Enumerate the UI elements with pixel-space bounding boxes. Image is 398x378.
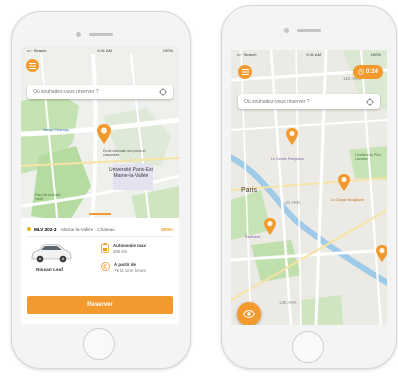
reserve-button[interactable]: Réserver (27, 296, 173, 314)
right-screen: 11E ARR. Le Centre Pompidou Paris 4E ARR… (231, 50, 387, 325)
euro-icon (101, 262, 110, 271)
car-plate: MLV 202-3 (34, 226, 57, 232)
car-detail-sheet: MLV 202-3 · Marne-la-Vallée · Chateau 60… (21, 213, 179, 324)
status-bar: ••◦◦ Search 9:41 AM 100% (21, 46, 179, 54)
carrier-text: ••◦◦ Search (27, 47, 47, 53)
left-screen: Noisy Champs École nationale des ponts e… (21, 46, 179, 324)
hamburger-icon (29, 62, 36, 69)
battery-text: 100% (162, 47, 173, 53)
map-label-pantheon: Panthéon (245, 235, 261, 239)
car-pin-icon[interactable] (338, 174, 350, 191)
speaker-grille (297, 29, 321, 32)
map-label-university: Université Paris-Est Marne-la-Vallée (109, 167, 153, 179)
car-pin-icon[interactable] (264, 218, 276, 235)
price-value: 7€ la 1ère heure (114, 268, 146, 273)
map-label-bastille: Le Cirque Bouglione (331, 198, 364, 202)
car-distance: 600m (161, 226, 173, 232)
carrier-text: ••◦◦ Search (237, 51, 257, 57)
car-image (31, 243, 72, 263)
autonomy-value: 300 km (113, 249, 128, 254)
right-phone: 11E ARR. Le Centre Pompidou Paris 4E ARR… (221, 5, 397, 369)
front-camera (284, 28, 289, 33)
reserve-button-label: Réserver (87, 302, 113, 308)
battery-icon (101, 243, 109, 253)
header-divider (27, 236, 173, 237)
map-label-centre: Le Centre Pompidou (271, 157, 304, 161)
battery-text: 100% (370, 51, 381, 57)
clock-icon (358, 69, 364, 75)
car-pin-icon[interactable] (97, 124, 111, 144)
map-label-cimetiere: Cimetière du Père-Lachaise (355, 153, 382, 161)
map-view[interactable]: 11E ARR. Le Centre Pompidou Paris 4E ARR… (231, 50, 387, 325)
home-button[interactable] (83, 328, 115, 360)
price-info: À partir de 7€ la 1ère heure (101, 262, 146, 274)
timer-badge[interactable]: 0:24 (353, 65, 383, 79)
search-input[interactable] (244, 98, 366, 105)
search-input[interactable] (33, 89, 159, 95)
locate-icon[interactable] (159, 88, 167, 96)
search-bar (27, 85, 173, 99)
map-label-place: Noisy Champs (43, 127, 70, 132)
speaker-grille (89, 33, 113, 36)
car-pin-icon[interactable] (376, 245, 387, 262)
front-camera (76, 32, 81, 37)
map-label-park: Parc de la Butte Verte (35, 193, 61, 202)
hamburger-icon (241, 69, 249, 75)
autonomy-info: Autonomie max 300 km (101, 243, 146, 255)
map-label-paris: Paris (241, 187, 257, 194)
time-text: 9:41 AM (306, 51, 321, 57)
left-phone: Noisy Champs École nationale des ponts e… (11, 11, 191, 369)
status-bar: ••◦◦ Search 9:41 AM 100% (231, 50, 387, 58)
car-location: · Marne-la-Vallée · Chateau (58, 226, 115, 232)
car-model: Nissan Leaf (36, 268, 63, 273)
view-toggle-button[interactable] (237, 302, 261, 325)
locate-icon[interactable] (366, 97, 374, 106)
map-label-arr4: 4E ARR. (285, 200, 302, 205)
map-label-arr13: 13E ARR. (279, 300, 298, 305)
timer-text: 0:24 (365, 69, 378, 75)
car-pin-icon[interactable] (286, 128, 298, 145)
sheet-handle[interactable] (89, 213, 111, 215)
search-bar (238, 94, 380, 109)
status-dot (27, 227, 31, 231)
menu-button[interactable] (238, 65, 252, 79)
menu-button[interactable] (26, 59, 39, 72)
map-label-school: École nationale des ponts et chaussées (103, 149, 146, 157)
home-button[interactable] (292, 331, 324, 363)
time-text: 9:41 AM (97, 47, 112, 53)
car-header-row: MLV 202-3 · Marne-la-Vallée · Chateau 60… (27, 225, 173, 233)
eye-icon (243, 310, 255, 318)
